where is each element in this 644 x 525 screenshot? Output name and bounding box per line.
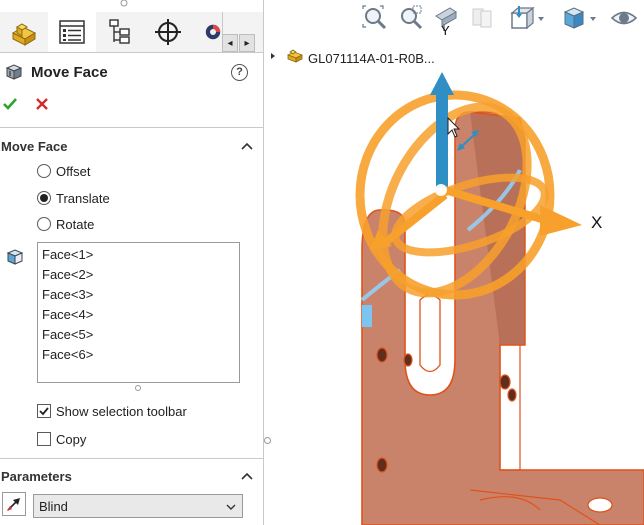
- list-item[interactable]: Face<6>: [42, 345, 93, 365]
- panel-splitter[interactable]: [263, 0, 275, 525]
- show-selection-toolbar-checkbox[interactable]: [37, 404, 51, 418]
- x-axis-arrowhead[interactable]: [540, 205, 582, 236]
- target-crosshair-icon: [155, 19, 181, 45]
- list-item[interactable]: Face<3>: [42, 285, 93, 305]
- reverse-direction-button[interactable]: [2, 492, 26, 516]
- ok-checkmark-icon[interactable]: [2, 96, 18, 112]
- y-axis-arrow[interactable]: [436, 92, 448, 188]
- y-axis-label: Y: [441, 23, 450, 38]
- tab-scroll-left-button[interactable]: ◂: [222, 34, 238, 52]
- section-title: Move Face: [1, 139, 68, 154]
- property-manager-panel: ◂ ▸ Move Face ? Move Face Offset Transla…: [0, 0, 264, 525]
- option-label: Rotate: [56, 216, 95, 232]
- option-translate[interactable]: Translate: [37, 188, 110, 208]
- chevron-down-icon: [226, 504, 236, 510]
- selected-face-highlight: [362, 305, 372, 327]
- y-axis-arrowhead[interactable]: [430, 72, 454, 95]
- cancel-x-icon[interactable]: [35, 97, 49, 111]
- x-axis-label: X: [591, 213, 603, 232]
- hole: [499, 374, 511, 390]
- list-item[interactable]: Face<2>: [42, 265, 93, 285]
- part-icon: [287, 49, 303, 63]
- copy-checkbox[interactable]: [37, 432, 51, 446]
- dynamic-annotation-views-icon[interactable]: [468, 4, 496, 32]
- chevron-up-icon[interactable]: [241, 141, 253, 151]
- move-face-section-header[interactable]: Move Face: [0, 135, 263, 159]
- triad-origin[interactable]: [435, 184, 447, 196]
- dropdown-arrow-icon[interactable]: [588, 4, 598, 32]
- hole: [376, 347, 388, 363]
- checkbox-label: Copy: [56, 431, 87, 447]
- tab-configuration-manager[interactable]: [96, 12, 145, 52]
- manager-tab-bar: ◂ ▸: [0, 12, 263, 53]
- graphics-viewport[interactable]: [275, 0, 644, 525]
- tab-scroll-right-button[interactable]: ▸: [239, 34, 255, 52]
- list-item[interactable]: Face<5>: [42, 325, 93, 345]
- page-title: Move Face: [31, 64, 108, 81]
- section-title: Parameters: [1, 469, 72, 484]
- splitter-grip-icon[interactable]: [264, 437, 271, 444]
- tab-feature-manager[interactable]: [0, 12, 49, 52]
- appearance-icon: [205, 24, 221, 40]
- hole: [507, 388, 517, 402]
- option-label: Translate: [56, 190, 110, 206]
- configuration-manager-icon: [109, 19, 130, 44]
- hole: [376, 457, 388, 473]
- end-condition-value: Blind: [39, 499, 68, 514]
- bracket-edge: [500, 345, 521, 471]
- property-manager-icon: [59, 20, 85, 44]
- slot-cutout: [419, 294, 441, 373]
- zoom-to-area-icon[interactable]: [396, 4, 424, 32]
- tree-expand-arrow-icon[interactable]: [269, 52, 277, 60]
- option-label: Offset: [56, 163, 91, 179]
- radio-rotate[interactable]: [37, 217, 51, 231]
- part-name-label[interactable]: GL071114A-01-R0B...: [308, 51, 435, 66]
- tab-dimxpert-manager[interactable]: [144, 12, 193, 52]
- move-face-icon: [5, 64, 23, 80]
- copy-option[interactable]: Copy: [37, 430, 86, 448]
- face-selection-icon: [6, 249, 24, 265]
- list-item[interactable]: Face<1>: [42, 245, 93, 265]
- chevron-up-icon[interactable]: [241, 471, 253, 481]
- zoom-to-fit-icon[interactable]: [360, 4, 388, 32]
- tab-display-manager[interactable]: [192, 12, 223, 52]
- list-resize-handle[interactable]: [135, 385, 141, 391]
- tab-property-manager[interactable]: [48, 12, 97, 52]
- dropdown-arrow-icon[interactable]: [536, 4, 546, 32]
- section-divider: [0, 458, 263, 459]
- faces-selection-list[interactable]: Face<1> Face<2> Face<3> Face<4> Face<5> …: [37, 242, 240, 383]
- panel-grip-icon[interactable]: [118, 0, 130, 8]
- option-offset[interactable]: Offset: [37, 161, 90, 181]
- help-icon[interactable]: ?: [231, 64, 248, 81]
- hide-show-items-icon[interactable]: [610, 4, 638, 32]
- hole: [403, 353, 413, 367]
- section-divider: [0, 127, 263, 128]
- hole: [587, 497, 613, 513]
- show-selection-toolbar-option[interactable]: Show selection toolbar: [37, 402, 187, 420]
- heads-up-view-toolbar: [360, 0, 644, 38]
- radio-offset[interactable]: [37, 164, 51, 178]
- model-scene[interactable]: [275, 0, 644, 525]
- direction-arrow-icon: [7, 498, 20, 511]
- checkmark-icon: [39, 407, 49, 416]
- end-condition-select[interactable]: Blind: [33, 494, 243, 518]
- parameters-section-header[interactable]: Parameters: [0, 465, 263, 489]
- list-item[interactable]: Face<4>: [42, 305, 93, 325]
- display-style-icon[interactable]: [560, 4, 588, 32]
- feature-manager-icon: [11, 23, 37, 46]
- view-orientation-icon[interactable]: [508, 4, 536, 32]
- checkbox-label: Show selection toolbar: [56, 403, 187, 419]
- option-rotate[interactable]: Rotate: [37, 214, 94, 234]
- radio-translate[interactable]: [37, 191, 51, 205]
